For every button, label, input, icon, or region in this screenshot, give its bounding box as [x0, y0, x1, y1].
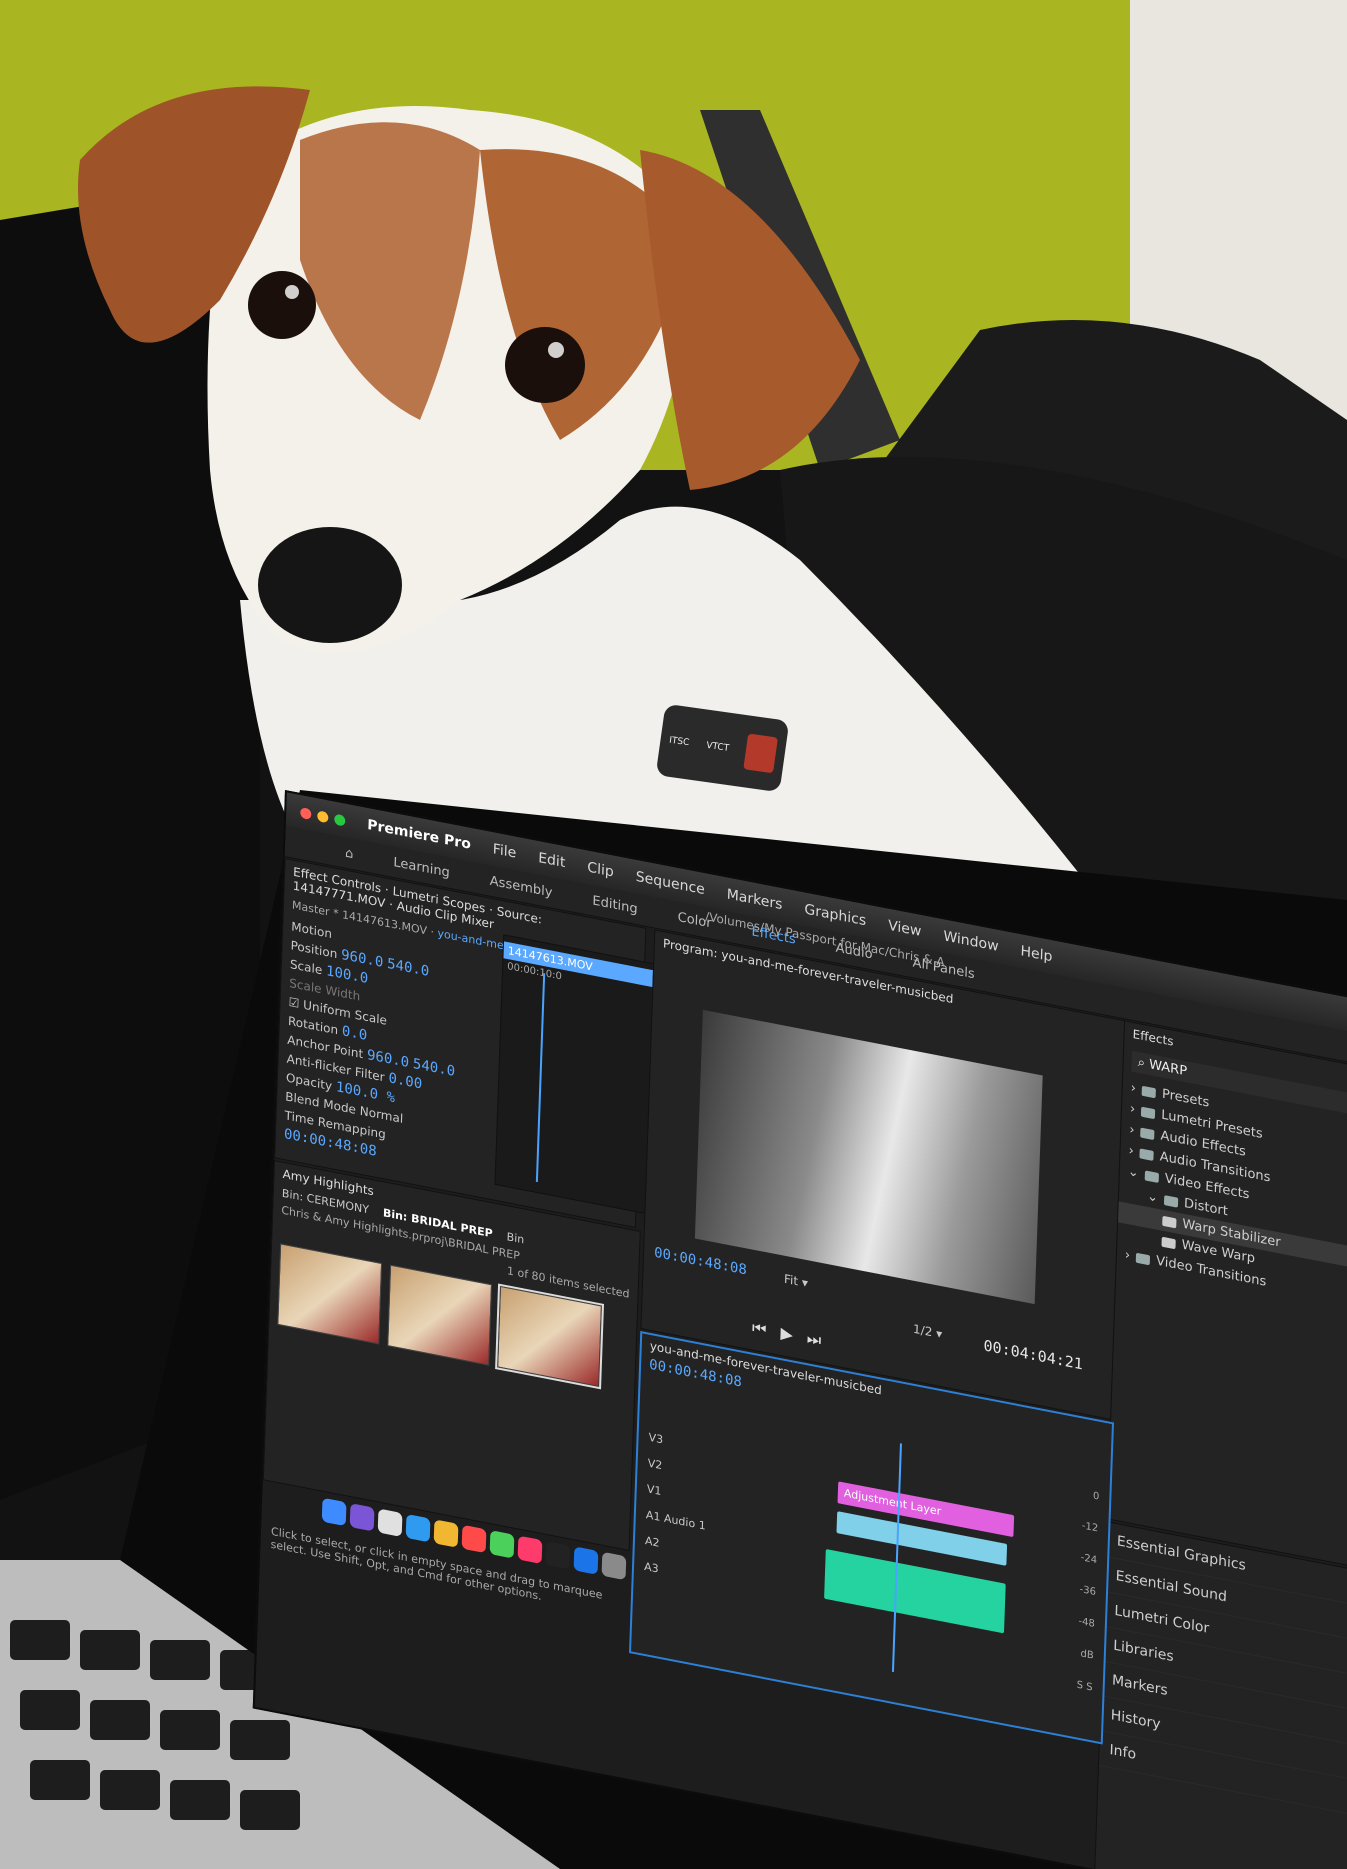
menu-graphics[interactable]: Graphics [804, 901, 866, 929]
photo-scene: Premiere Pro File Edit Clip Sequence Mar… [0, 0, 1347, 1869]
tab-learning[interactable]: Learning [393, 855, 450, 881]
folder-icon [1163, 1194, 1179, 1208]
appletv-icon[interactable] [545, 1540, 571, 1570]
appstore-icon[interactable] [573, 1546, 599, 1575]
step-forward-icon[interactable]: ⏭ [806, 1328, 835, 1352]
menu-edit[interactable]: Edit [538, 850, 566, 871]
effect-icon [1162, 1215, 1177, 1228]
webcam-slider[interactable] [743, 733, 779, 774]
tab-editing[interactable]: Editing [592, 893, 638, 917]
launchpad-icon[interactable] [377, 1508, 403, 1537]
audio-clip[interactable] [824, 1548, 1006, 1634]
folder-icon [1135, 1252, 1151, 1265]
settings-icon[interactable] [601, 1551, 627, 1581]
menu-file[interactable]: File [493, 841, 517, 861]
home-icon[interactable]: ⌂ [345, 845, 354, 862]
menu-markers[interactable]: Markers [726, 886, 782, 913]
step-back-icon[interactable]: ⏮ [752, 1318, 781, 1342]
finder-icon[interactable] [321, 1497, 347, 1527]
close-icon[interactable] [300, 806, 312, 820]
effects-tree: › Presets › Lumetri Presets › Audio Effe… [1117, 1076, 1347, 1320]
menu-sequence[interactable]: Sequence [635, 869, 705, 898]
project-panel: Amy Highlights Bin: CEREMONY Bin: BRIDAL… [262, 1160, 641, 1552]
transport-controls: ⏮▶⏭ [752, 1318, 836, 1354]
program-video-frame [694, 1009, 1043, 1305]
program-timecode: 00:00:48:08 [653, 1244, 748, 1279]
window-controls [300, 806, 346, 827]
ec-playhead[interactable] [535, 972, 546, 1183]
side-panels: Essential Graphics Essential Sound Lumet… [1094, 1521, 1347, 1869]
menu-clip[interactable]: Clip [587, 860, 614, 881]
folder-icon [1139, 1147, 1154, 1161]
notes-icon[interactable] [433, 1519, 459, 1548]
play-icon[interactable]: ▶ [780, 1323, 807, 1347]
calendar-icon[interactable] [461, 1524, 487, 1554]
folder-icon [1144, 1169, 1159, 1183]
effect-controls-timeline: 14147613.MOV 00:00:10:0 [494, 934, 656, 1215]
effect-icon [1161, 1236, 1176, 1249]
siri-icon[interactable] [349, 1503, 375, 1532]
clip-thumbnail[interactable] [277, 1243, 383, 1345]
resolution-dropdown[interactable]: 1/2 ▾ [913, 1322, 943, 1342]
tab-assembly[interactable]: Assembly [490, 873, 553, 900]
clip-thumbnail-selected[interactable] [495, 1283, 605, 1390]
fit-dropdown[interactable]: Fit ▾ [784, 1272, 808, 1291]
menu-help[interactable]: Help [1020, 943, 1052, 965]
program-duration: 00:04:04:21 [983, 1336, 1084, 1374]
bin-other[interactable]: Bin [506, 1230, 524, 1246]
search-icon: ⌕ [1137, 1054, 1146, 1072]
menu-view[interactable]: View [888, 918, 922, 940]
track-headers: V3 V2 V1 A1 Audio 1 A2 A3 [644, 1425, 709, 1592]
music-icon[interactable] [517, 1535, 543, 1565]
dog-nose [258, 527, 402, 643]
clip-thumbnail[interactable] [387, 1264, 493, 1366]
folder-icon [1140, 1127, 1155, 1140]
minimize-icon[interactable] [317, 809, 329, 823]
dog-left-eye [248, 271, 316, 339]
effects-panel: Effects ⌕ WARP › Presets › Lumetri Prese… [1106, 1020, 1347, 1576]
messages-icon[interactable] [489, 1530, 515, 1559]
folder-icon [1141, 1085, 1157, 1098]
menu-window[interactable]: Window [943, 928, 999, 955]
zoom-icon[interactable] [334, 813, 346, 827]
dog-right-eye [505, 327, 585, 403]
timeline-playhead[interactable] [891, 1443, 902, 1673]
safari-icon[interactable] [405, 1513, 431, 1543]
folder-icon [1141, 1106, 1156, 1119]
audio-meter: 0 -12 -24 -36 -48 dB S S [1076, 1490, 1100, 1694]
